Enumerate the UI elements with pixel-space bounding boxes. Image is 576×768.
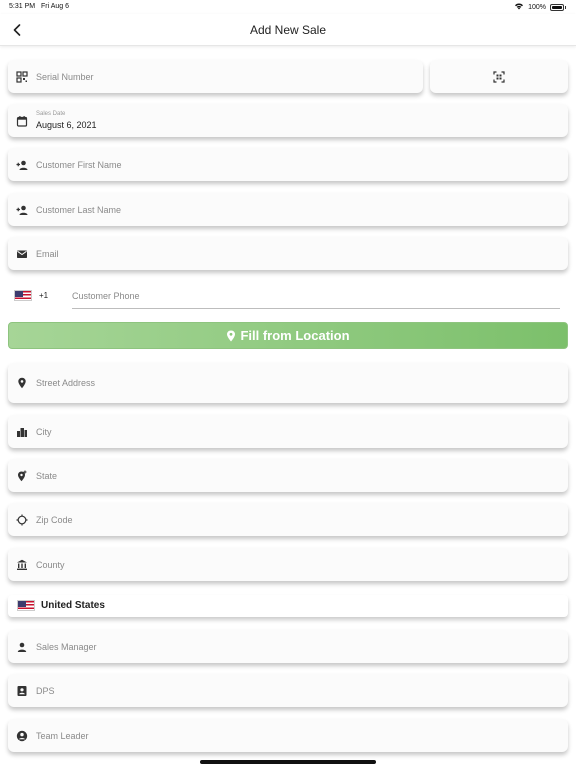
- zip-code-field[interactable]: Zip Code: [8, 503, 568, 536]
- sales-date-value: August 6, 2021: [36, 120, 97, 130]
- calendar-icon: [16, 115, 28, 127]
- customer-phone-row: +1 Customer Phone: [8, 282, 568, 310]
- sales-date-label: Sales Date: [36, 111, 66, 117]
- battery-icon: [550, 3, 564, 11]
- qr-code-icon: [16, 70, 28, 83]
- mail-icon: [16, 248, 28, 260]
- county-placeholder: County: [36, 559, 65, 570]
- street-address-placeholder: Street Address: [36, 378, 96, 388]
- dps-placeholder: DPS: [36, 685, 55, 696]
- sales-manager-placeholder: Sales Manager: [36, 641, 97, 652]
- status-bar: 5:31 PM Fri Aug 6 100%: [0, 0, 576, 14]
- customer-phone-input[interactable]: Customer Phone: [72, 291, 140, 301]
- email-field[interactable]: Email: [8, 237, 568, 270]
- serial-number-placeholder: Serial Number: [36, 71, 94, 82]
- home-indicator: [200, 760, 376, 764]
- country-selector[interactable]: United States: [8, 595, 568, 617]
- status-date: Fri Aug 6: [41, 3, 70, 10]
- person-icon: [16, 641, 28, 653]
- customer-last-name-placeholder: Customer Last Name: [36, 204, 122, 215]
- account-circle-icon: [16, 730, 28, 742]
- customer-first-name-placeholder: Customer First Name: [36, 159, 122, 170]
- battery-percent: 100%: [528, 3, 546, 11]
- navigation-bar: Add New Sale: [0, 14, 576, 46]
- email-placeholder: Email: [36, 248, 59, 259]
- wifi-icon: [514, 2, 524, 12]
- zip-code-placeholder: Zip Code: [36, 514, 73, 525]
- customer-first-name-field[interactable]: Customer First Name: [8, 148, 568, 181]
- team-leader-field[interactable]: Team Leader: [8, 719, 568, 752]
- us-flag-icon[interactable]: [14, 290, 32, 301]
- crosshair-icon: [16, 514, 28, 526]
- country-name: United States: [41, 600, 105, 611]
- scan-barcode-button[interactable]: [430, 60, 568, 93]
- street-address-field[interactable]: Street Address: [8, 363, 568, 403]
- add-location-icon: [16, 470, 28, 482]
- us-flag-icon: [17, 600, 35, 611]
- fill-from-location-label: Fill from Location: [240, 328, 350, 343]
- contact-card-icon: [16, 685, 28, 697]
- location-pin-icon: [227, 330, 236, 341]
- bank-building-icon: [16, 559, 28, 571]
- location-pin-icon: [16, 377, 28, 389]
- add-person-icon: [16, 159, 28, 171]
- serial-number-field[interactable]: Serial Number: [8, 60, 423, 93]
- fill-from-location-button[interactable]: Fill from Location: [8, 322, 568, 349]
- page-title: Add New Sale: [249, 23, 327, 37]
- city-placeholder: City: [36, 426, 52, 437]
- state-field[interactable]: State: [8, 459, 568, 492]
- country-dial-code[interactable]: +1: [39, 291, 48, 300]
- city-buildings-icon: [16, 426, 28, 438]
- team-leader-placeholder: Team Leader: [36, 730, 89, 741]
- add-person-icon: [16, 204, 28, 216]
- customer-last-name-field[interactable]: Customer Last Name: [8, 193, 568, 226]
- sales-manager-field[interactable]: Sales Manager: [8, 630, 568, 663]
- dps-field[interactable]: DPS: [8, 674, 568, 707]
- status-time: 5:31 PM: [9, 3, 36, 10]
- sales-date-field[interactable]: Sales Date August 6, 2021: [8, 104, 568, 137]
- city-field[interactable]: City: [8, 415, 568, 448]
- county-field[interactable]: County: [8, 548, 568, 581]
- barcode-scan-icon: [493, 70, 505, 83]
- state-placeholder: State: [36, 470, 58, 481]
- phone-underline: [72, 308, 560, 309]
- status-right: 100%: [514, 2, 566, 12]
- battery-nub: [565, 5, 566, 9]
